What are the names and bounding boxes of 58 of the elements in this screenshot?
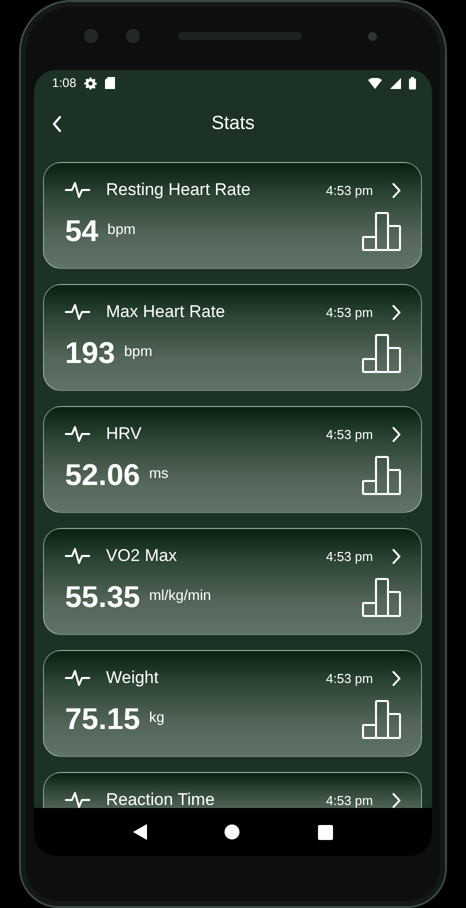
bar-chart-icon: [362, 578, 401, 617]
stat-card[interactable]: VO2 Max 4:53 pm 55.35 ml/kg/min: [43, 528, 422, 635]
pulse-icon: [65, 424, 91, 444]
sd-card-icon: [105, 77, 116, 89]
signal-icon: [390, 78, 401, 88]
chevron-right-icon: [392, 792, 401, 808]
pulse-icon: [65, 790, 91, 808]
stat-card[interactable]: Weight 4:53 pm 75.15 kg: [43, 650, 422, 757]
pulse-icon: [65, 546, 91, 566]
stat-value: 54: [65, 214, 98, 248]
chevron-right-icon: [392, 304, 401, 320]
stat-title: VO2 Max: [106, 546, 178, 566]
chevron-right-icon: [392, 426, 401, 442]
stat-time: 4:53 pm: [326, 182, 373, 198]
pulse-icon: [65, 302, 91, 322]
battery-icon: [409, 76, 416, 90]
back-icon[interactable]: [52, 116, 62, 132]
bar-chart-icon: [362, 456, 401, 495]
camera-icon: [84, 29, 98, 43]
stat-title: Weight: [106, 668, 160, 688]
stat-time: 4:53 pm: [326, 548, 373, 564]
back-triangle-icon[interactable]: [132, 824, 147, 840]
pulse-icon: [65, 668, 91, 688]
screen-title: Stats: [211, 113, 255, 134]
stat-value: 55.35: [65, 580, 140, 614]
settings-icon: [84, 76, 98, 90]
stat-time: 4:53 pm: [326, 426, 373, 442]
stat-title: Max Heart Rate: [106, 302, 226, 322]
status-time: 1:08: [52, 76, 76, 90]
bar-chart-icon: [362, 700, 401, 739]
stat-time: 4:53 pm: [326, 670, 373, 686]
stat-unit: ms: [149, 466, 170, 482]
stat-title: Reaction Time: [106, 790, 216, 808]
stat-time: 4:53 pm: [326, 792, 373, 808]
stat-title: HRV: [106, 424, 143, 444]
chevron-right-icon: [392, 548, 401, 564]
chevron-right-icon: [392, 670, 401, 686]
stat-value: 52.06: [65, 458, 140, 492]
stat-value: 75.15: [65, 702, 140, 736]
stat-time: 4:53 pm: [326, 304, 373, 320]
bar-chart-icon: [362, 334, 401, 373]
front-camera-icon: [368, 32, 377, 40]
chevron-right-icon: [392, 182, 401, 198]
stat-card[interactable]: Max Heart Rate 4:53 pm 193 bpm: [43, 284, 422, 391]
recents-icon[interactable]: [318, 824, 334, 840]
stat-title: Resting Heart Rate: [106, 180, 252, 200]
pulse-icon: [65, 180, 91, 200]
stat-unit: bpm: [124, 344, 154, 360]
home-icon[interactable]: [224, 824, 240, 840]
stat-unit: kg: [149, 710, 166, 726]
stat-value: 193: [65, 336, 116, 370]
stat-card[interactable]: HRV 4:53 pm 52.06 ms: [43, 406, 422, 513]
stat-unit: bpm: [107, 222, 137, 238]
stat-card[interactable]: Resting Heart Rate 4:53 pm 54 bpm: [43, 162, 422, 269]
wifi-icon: [368, 78, 382, 88]
bar-chart-icon: [362, 212, 401, 251]
stat-unit: ml/kg/min: [149, 588, 212, 604]
stat-card[interactable]: Reaction Time 4:53 pm: [43, 772, 422, 808]
